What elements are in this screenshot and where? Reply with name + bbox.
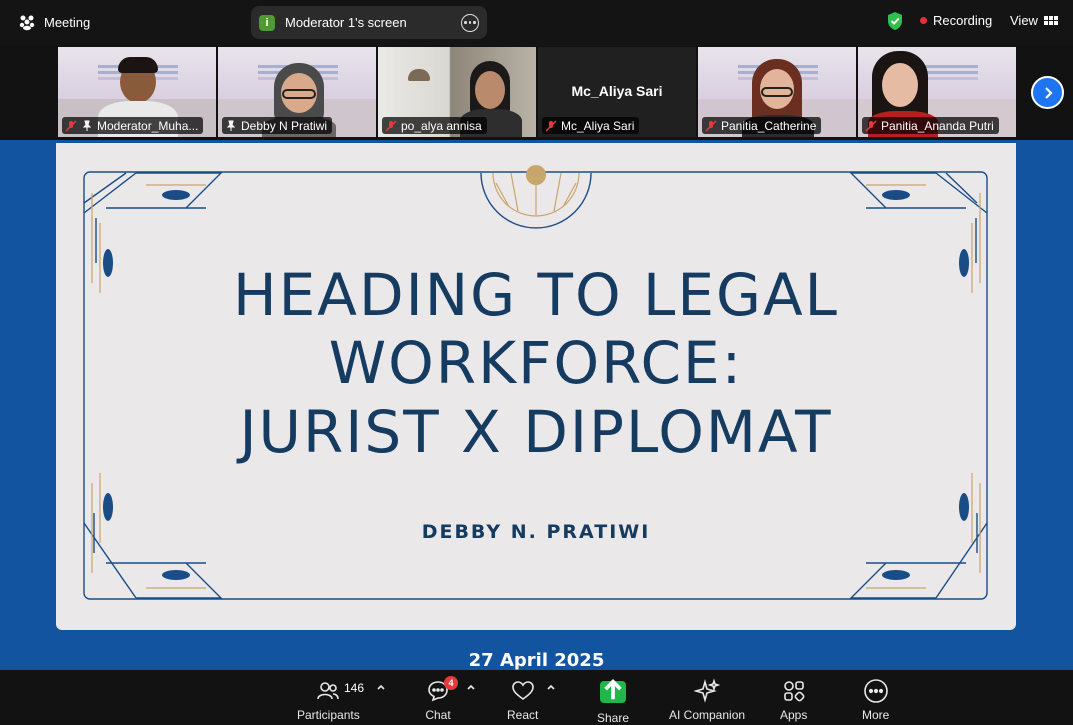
participant-name: Panitia_Catherine — [721, 118, 817, 133]
participant-tile[interactable]: Panitia_Ananda Putri — [858, 47, 1016, 137]
participant-strip: Moderator_Muha... Debby N Pratiwi po_aly… — [0, 46, 1073, 140]
mic-muted-icon — [705, 119, 717, 132]
react-label: React — [507, 708, 539, 722]
participant-face — [475, 71, 505, 109]
chevron-right-icon — [1044, 86, 1053, 99]
slide-title-line: WORKFORCE: — [328, 329, 744, 397]
participants-count: 146 — [344, 681, 365, 695]
chevron-up-icon[interactable] — [376, 682, 386, 692]
participant-nameplate: Debby N Pratiwi — [222, 117, 333, 134]
recording-dot-icon — [920, 17, 927, 24]
more-icon — [863, 679, 888, 703]
participant-name: po_alya annisa — [401, 118, 482, 133]
participant-face — [882, 63, 918, 107]
participant-name: Mc_Aliya Sari — [561, 118, 635, 133]
mic-muted-icon — [545, 119, 557, 132]
mic-muted-icon — [865, 119, 877, 132]
next-page-button[interactable] — [1031, 76, 1064, 109]
mic-muted-icon — [65, 119, 77, 132]
glasses — [282, 89, 316, 99]
glasses — [761, 87, 793, 97]
meeting-controls-toolbar: Participants 146 Chat 4 React Share AI C… — [0, 670, 1073, 725]
presentation-slide: HEADING TO LEGAL WORKFORCE: JURIST X DIP… — [56, 143, 1016, 630]
apps-button[interactable]: Apps — [780, 678, 807, 722]
chevron-up-icon[interactable] — [546, 682, 556, 692]
participant-nameplate: Panitia_Ananda Putri — [862, 117, 999, 134]
view-button[interactable]: View — [1010, 13, 1058, 28]
participants-label: Participants — [297, 708, 360, 722]
participant-tile[interactable]: Panitia_Catherine — [698, 47, 856, 137]
share-screen-button[interactable]: Share — [597, 678, 629, 725]
slide-title-line: JURIST X DIPLOMAT — [239, 398, 833, 466]
meeting-icon — [19, 15, 35, 31]
ai-companion-label: AI Companion — [669, 708, 746, 722]
more-label: More — [862, 708, 890, 722]
recording-indicator[interactable]: Recording — [920, 13, 992, 28]
lamp — [408, 69, 430, 81]
participant-name: Debby N Pratiwi — [241, 118, 328, 133]
participant-tile[interactable]: po_alya annisa — [378, 47, 536, 137]
shared-screen-area: HEADING TO LEGAL WORKFORCE: JURIST X DIP… — [0, 140, 1073, 670]
participant-tile-video-off[interactable]: Mc_Aliya Sari Mc_Aliya Sari — [538, 47, 696, 137]
apps-icon — [783, 681, 805, 702]
grid-view-icon — [1043, 16, 1058, 25]
share-label: Share — [597, 711, 630, 725]
meeting-menu[interactable]: Meeting — [18, 13, 90, 31]
react-button[interactable]: React — [507, 678, 538, 722]
participant-name: Moderator_Muha... — [97, 118, 199, 133]
zoom-meeting-window: Meeting i Moderator 1's screen Recording… — [0, 0, 1073, 725]
more-button[interactable]: More — [862, 678, 889, 722]
mic-muted-icon — [385, 119, 397, 132]
slide-presenter-name: DEBBY N. PRATIWI — [421, 521, 651, 543]
pin-icon — [82, 120, 92, 131]
pin-icon — [226, 120, 236, 131]
recording-label: Recording — [933, 13, 993, 28]
top-bar: Meeting i Moderator 1's screen Recording… — [0, 0, 1073, 46]
participant-display-name: Mc_Aliya Sari — [571, 83, 663, 99]
view-label: View — [1010, 13, 1038, 28]
heart-icon — [511, 681, 534, 700]
more-options-icon[interactable] — [461, 13, 479, 32]
participant-nameplate: Moderator_Muha... — [62, 117, 204, 134]
slide-title-line: HEADING TO LEGAL — [233, 261, 839, 329]
security-shield-icon[interactable] — [886, 11, 904, 31]
chevron-up-icon[interactable] — [466, 682, 476, 692]
share-screen-icon — [600, 679, 627, 703]
participant-nameplate: po_alya annisa — [382, 117, 487, 134]
meeting-label: Meeting — [44, 14, 91, 30]
slide-date: 27 April 2025 — [468, 650, 605, 670]
shared-screen-chip[interactable]: i Moderator 1's screen — [251, 6, 487, 39]
chat-unread-badge: 4 — [444, 676, 458, 690]
sparkle-icon — [694, 678, 721, 703]
participant-nameplate: Panitia_Catherine — [702, 117, 822, 134]
ai-companion-button[interactable]: AI Companion — [669, 678, 745, 722]
participants-icon — [317, 682, 340, 700]
chat-label: Chat — [425, 708, 451, 722]
participant-nameplate: Mc_Aliya Sari — [542, 117, 640, 134]
apps-label: Apps — [780, 708, 808, 722]
screen-info-badge: i — [259, 14, 275, 31]
participant-tile-active-speaker[interactable]: Debby N Pratiwi — [218, 47, 376, 137]
participant-tile[interactable]: Moderator_Muha... — [58, 47, 216, 137]
shared-screen-label: Moderator 1's screen — [285, 15, 407, 30]
participant-name: Panitia_Ananda Putri — [881, 118, 994, 133]
